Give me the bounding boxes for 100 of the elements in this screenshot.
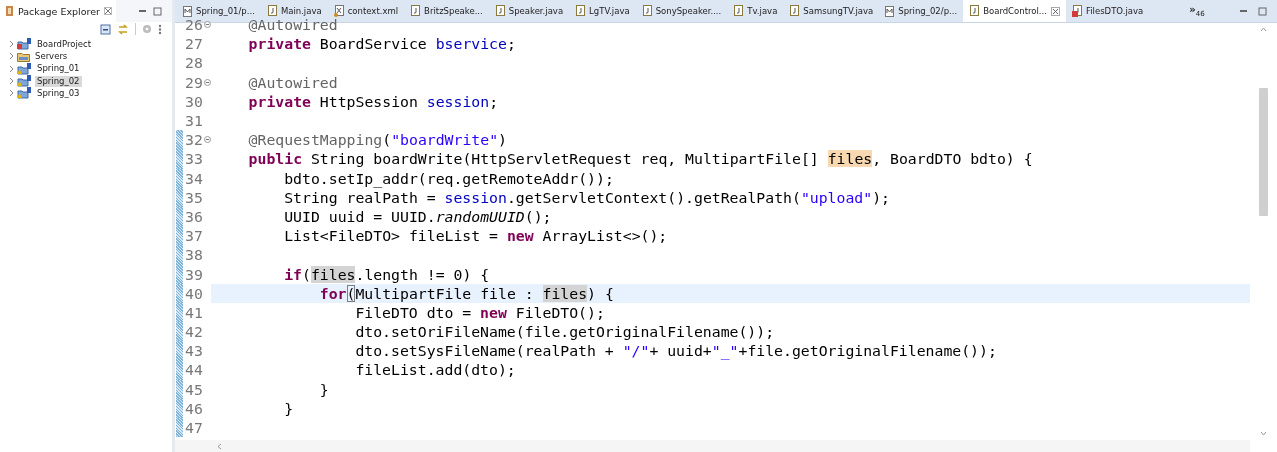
java-file-icon <box>789 5 800 17</box>
line-number: 42 <box>185 323 203 341</box>
project-error-icon <box>17 38 32 51</box>
code-text: + uuid+ <box>649 342 712 360</box>
string-literal: "upload" <box>800 188 873 206</box>
code-text: String boardWrite(HttpServletRequest req, MultipartFile[] <box>309 150 820 168</box>
close-icon[interactable] <box>1050 6 1060 16</box>
java-file-error-icon <box>1071 5 1082 17</box>
string-literal: "boardWrite" <box>391 131 499 149</box>
code-text: +file.getOriginalFilename()); <box>738 342 997 360</box>
line-number: 39 <box>185 265 203 283</box>
keyword: private <box>248 35 311 53</box>
line-number: 26 <box>185 16 203 34</box>
keyword: new <box>506 227 534 245</box>
code-text: ( <box>382 131 392 149</box>
line-number: 28 <box>185 54 203 72</box>
java-file-icon <box>641 5 652 17</box>
close-icon[interactable] <box>103 7 112 15</box>
editor-tab[interactable]: LgTV.java <box>569 0 636 22</box>
line-number: 34 <box>185 169 203 187</box>
scroll-up-icon[interactable] <box>1260 27 1267 32</box>
line-number: 35 <box>185 188 203 206</box>
code-text: , BoardDTO bdto) { <box>872 150 1033 168</box>
maximize-icon[interactable] <box>1258 6 1267 16</box>
line-number: 36 <box>185 207 203 225</box>
string-literal: "/" <box>622 342 650 360</box>
line-number: 40 <box>185 284 203 302</box>
code-text: UUID uuid = UUID. <box>284 207 436 225</box>
maximize-icon[interactable] <box>153 6 162 16</box>
editor-tab[interactable]: BoardControl... <box>963 0 1066 22</box>
code-text: .length != 0) { <box>355 265 490 283</box>
code-text: dto.setOriFileName(file.getOriginalFilename()); <box>355 323 775 341</box>
editor-tab[interactable]: FilesDTO.java <box>1065 0 1150 22</box>
occurrence-highlight: files <box>310 265 356 283</box>
editor-tab[interactable]: Spring_02/p... <box>879 0 964 22</box>
code-text: bdto.setIp_addr(req.getRemoteAddr()); <box>284 169 614 187</box>
editor-tab[interactable]: Tv.java <box>727 0 784 22</box>
code-text: } <box>284 399 294 417</box>
line-number: 43 <box>185 342 203 360</box>
code-text: String realPath = <box>284 188 437 206</box>
project-warning-icon <box>17 62 32 75</box>
code-text: ) { <box>587 284 614 302</box>
gear-icon[interactable] <box>142 24 152 34</box>
keyword: if <box>284 265 302 283</box>
code-text: (); <box>524 207 552 225</box>
line-number: 45 <box>185 380 203 398</box>
manifest-file-icon <box>885 5 895 17</box>
java-file-icon <box>266 5 277 17</box>
code-text: HttpSession <box>318 92 419 110</box>
field-name: bservice <box>435 35 507 53</box>
code-text: FileDTO(); <box>514 303 605 321</box>
xml-file-icon <box>333 5 344 17</box>
fold-icon[interactable] <box>203 21 211 29</box>
code-text: .getServletContext().getRealPath( <box>506 188 801 206</box>
tree-item[interactable]: Servers <box>33 50 70 62</box>
tree-item[interactable]: BoardProject <box>35 38 94 50</box>
link-icon[interactable] <box>117 23 129 35</box>
line-number: 33 <box>185 150 203 168</box>
code-text: ; <box>506 35 516 53</box>
keyword: new <box>480 303 507 321</box>
code-text: List<FileDTO> fileList = <box>284 227 499 245</box>
code-text: MultipartFile file : <box>355 284 535 302</box>
declaration-highlight: files <box>827 150 873 168</box>
line-number: 44 <box>185 361 203 379</box>
code-text: dto.setSysFileName(realPath + <box>355 342 615 360</box>
tree-item[interactable]: Spring_02 <box>35 75 82 87</box>
java-file-icon <box>494 5 505 17</box>
scrollbar-thumb[interactable] <box>1259 88 1268 216</box>
java-file-icon <box>969 5 980 17</box>
editor-tab[interactable]: SamsungTV.java <box>783 0 880 22</box>
line-number: 38 <box>185 246 203 264</box>
editor-tab[interactable]: SonySpeaker.... <box>635 0 728 22</box>
manifest-file-icon <box>183 5 192 17</box>
editor-tab[interactable]: Speaker.java <box>488 0 570 22</box>
occurrence-highlight: files <box>542 284 588 302</box>
menu-icon[interactable] <box>158 23 162 35</box>
collapse-all-icon[interactable] <box>100 23 111 35</box>
package-icon <box>5 5 14 17</box>
scroll-left-icon[interactable] <box>217 442 222 450</box>
tab-overflow-button[interactable]: »$_{46}$ <box>1189 4 1205 18</box>
annotation: @Autowired <box>248 73 338 91</box>
tree-item[interactable]: Spring_01 <box>35 63 82 75</box>
line-number: 31 <box>185 112 203 130</box>
line-number: 46 <box>185 399 203 417</box>
code-text: ArrayList<>(); <box>541 227 668 245</box>
java-file-icon <box>575 5 586 17</box>
project-warning-icon <box>17 87 32 100</box>
fold-icon[interactable] <box>203 136 211 144</box>
method-name: randomUUID <box>435 207 525 225</box>
editor-tab[interactable]: BritzSpeake... <box>404 0 489 22</box>
field-name: session <box>426 92 490 110</box>
annotation: @RequestMapping <box>248 131 383 149</box>
line-number: 29 <box>185 73 203 91</box>
line-number: 37 <box>185 227 203 245</box>
code-text: ( <box>302 265 311 283</box>
tree-item[interactable]: Spring_03 <box>35 87 82 99</box>
scroll-down-icon[interactable] <box>1260 431 1267 436</box>
fold-icon[interactable] <box>203 78 211 86</box>
code-text: ) <box>498 131 507 149</box>
project-warning-icon <box>17 75 32 88</box>
